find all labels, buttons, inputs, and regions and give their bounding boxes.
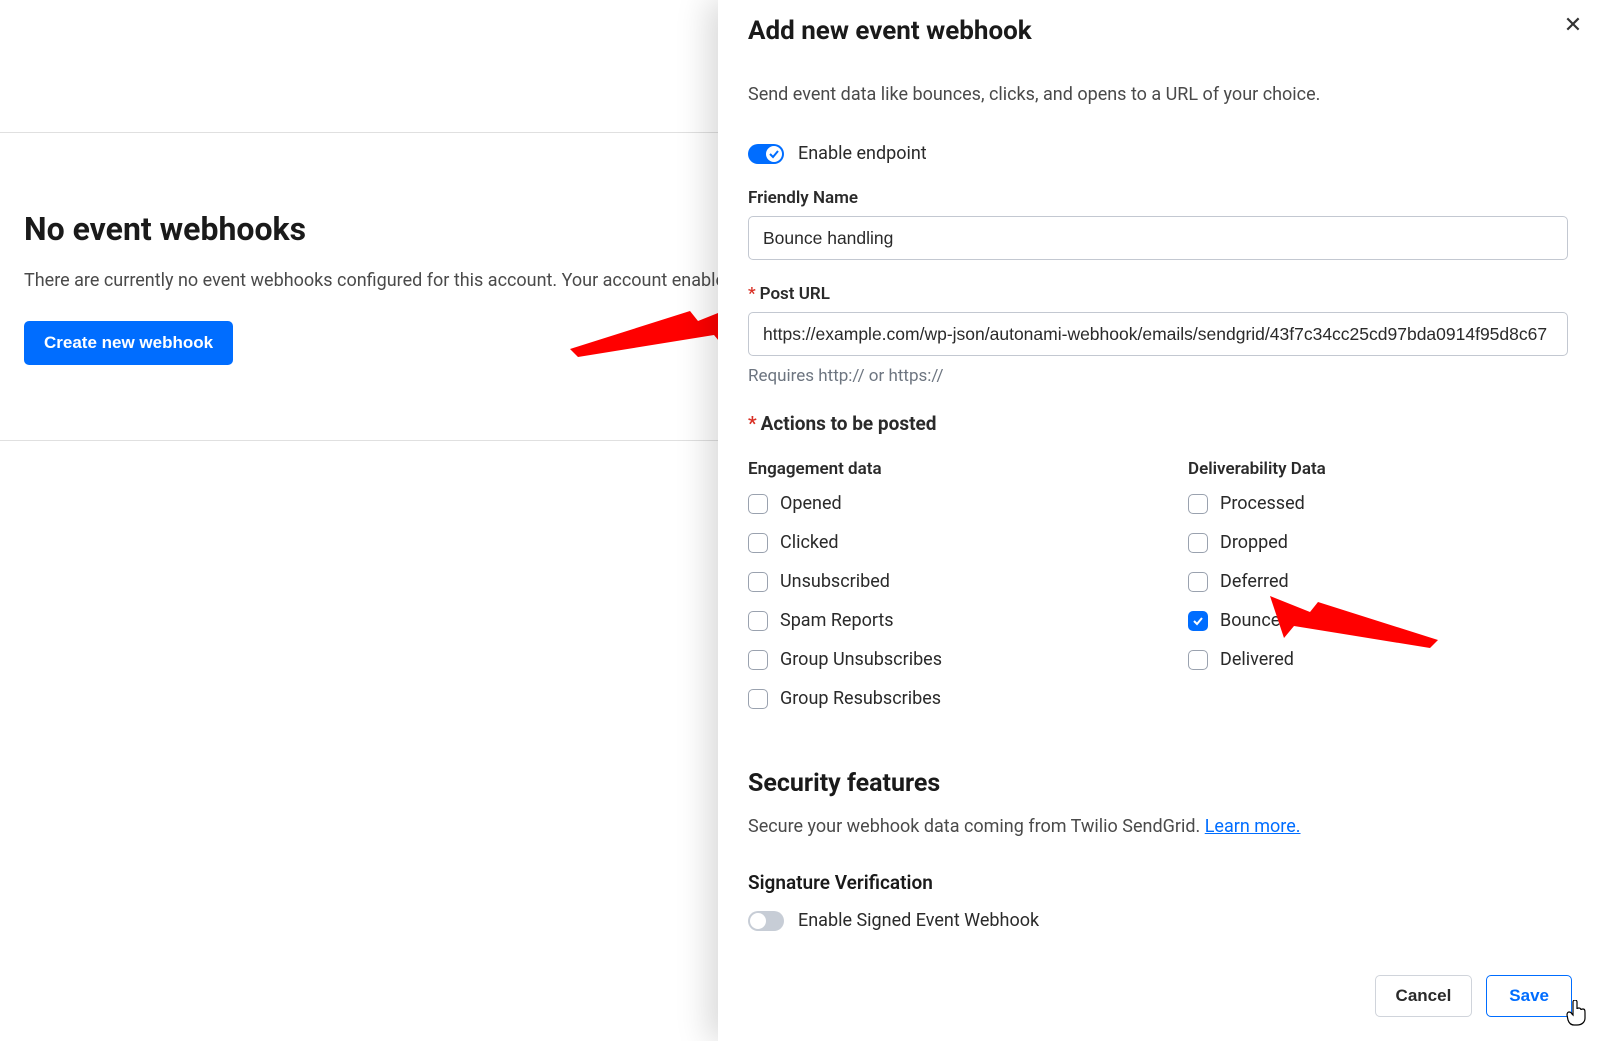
- checkbox-dropped[interactable]: Dropped: [1188, 532, 1568, 553]
- checkbox-opened[interactable]: Opened: [748, 493, 1128, 514]
- checkbox-group-resubscribes[interactable]: Group Resubscribes: [748, 688, 1128, 709]
- checkbox-group-unsubscribes[interactable]: Group Unsubscribes: [748, 649, 1128, 670]
- post-url-label: *Post URL: [748, 284, 1568, 304]
- checkbox-deferred[interactable]: Deferred: [1188, 571, 1568, 592]
- learn-more-link[interactable]: Learn more.: [1205, 816, 1301, 837]
- checkbox-clicked[interactable]: Clicked: [748, 532, 1128, 553]
- create-webhook-button[interactable]: Create new webhook: [24, 321, 233, 365]
- checkbox-delivered[interactable]: Delivered: [1188, 649, 1568, 670]
- add-webhook-panel: ✕ Add new event webhook Send event data …: [718, 0, 1598, 1041]
- actions-section-label: *Actions to be posted: [748, 412, 1568, 435]
- panel-footer: Cancel Save: [718, 959, 1598, 1041]
- enable-endpoint-toggle[interactable]: [748, 144, 784, 164]
- signed-event-label: Enable Signed Event Webhook: [798, 910, 1039, 931]
- signed-event-toggle[interactable]: [748, 911, 784, 931]
- checkbox-spam-reports[interactable]: Spam Reports: [748, 610, 1128, 631]
- engagement-title: Engagement data: [748, 459, 1128, 479]
- cursor-icon: [1566, 1000, 1586, 1026]
- post-url-helper: Requires http:// or https://: [748, 366, 1568, 386]
- friendly-name-label: Friendly Name: [748, 188, 1568, 208]
- friendly-name-input[interactable]: [748, 216, 1568, 260]
- close-icon[interactable]: ✕: [1558, 10, 1588, 40]
- checkbox-processed[interactable]: Processed: [1188, 493, 1568, 514]
- save-button[interactable]: Save: [1486, 975, 1572, 1017]
- post-url-input[interactable]: [748, 312, 1568, 356]
- checkbox-unsubscribed[interactable]: Unsubscribed: [748, 571, 1128, 592]
- security-title: Security features: [748, 769, 1568, 798]
- signature-verification-title: Signature Verification: [748, 871, 1568, 894]
- security-desc: Secure your webhook data coming from Twi…: [748, 816, 1568, 837]
- enable-endpoint-label: Enable endpoint: [798, 143, 927, 164]
- panel-subtitle: Send event data like bounces, clicks, an…: [748, 84, 1568, 105]
- panel-title: Add new event webhook: [748, 16, 1568, 46]
- annotation-arrow-post-url: [570, 305, 738, 357]
- cancel-button[interactable]: Cancel: [1375, 975, 1473, 1017]
- annotation-arrow-bounced: [1270, 596, 1438, 648]
- deliverability-title: Deliverability Data: [1188, 459, 1568, 479]
